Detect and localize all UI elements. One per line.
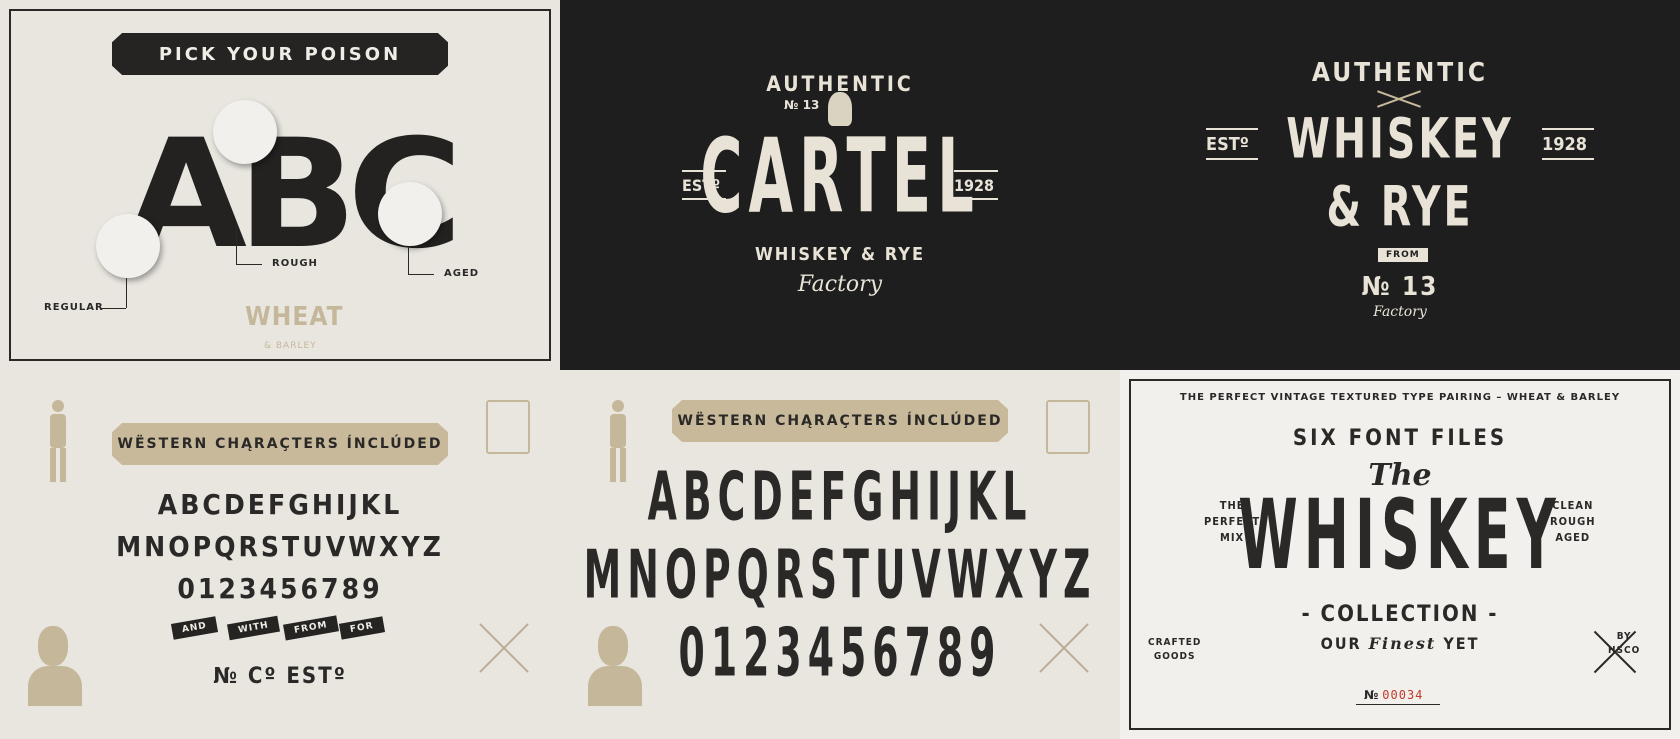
strongman-illustration-icon xyxy=(604,400,632,484)
side-left-text: THE PERFECT MIX xyxy=(1204,499,1261,544)
rule-right-top xyxy=(1542,128,1594,130)
rule-right-top xyxy=(954,170,998,172)
zoom-circle-rough xyxy=(213,100,277,164)
ribbon-and: AND xyxy=(170,616,219,640)
crafted-goods-box-icon xyxy=(486,400,530,454)
panel-whiskey-collection: THE PERFECT VINTAGE TEXTURED TYPE PAIRIN… xyxy=(1120,370,1680,739)
crossed-arrows-icon xyxy=(1034,618,1094,678)
ribbon-with: WITH xyxy=(226,615,280,641)
ribbon-from: FROM xyxy=(283,615,339,641)
panel-whiskey-rye: AUTHENTIC ESTº WHISKEY 1928 & RYE FROM №… xyxy=(1120,0,1680,370)
zoom-circle-aged xyxy=(378,182,442,246)
gentleman-portrait-icon xyxy=(588,626,642,706)
title-rye: & RYE xyxy=(1326,175,1474,240)
charset-row-1: ABCDEFGHIJKL xyxy=(647,457,1033,536)
leader-regular xyxy=(126,278,127,308)
leader-aged xyxy=(408,246,409,274)
tagline-top: THE PERFECT VINTAGE TEXTURED TYPE PAIRIN… xyxy=(1179,392,1621,403)
year-label: 1928 xyxy=(954,176,995,195)
gentleman-portrait-icon xyxy=(28,626,82,706)
crossed-arrows-icon xyxy=(1590,622,1640,672)
rule-left-top xyxy=(682,170,726,172)
crafted-goods-text: CRAFTED GOODS xyxy=(1148,637,1202,662)
zoom-circle-regular xyxy=(96,214,160,278)
subtitle-whiskey-rye: WHISKEY & RYE xyxy=(754,244,926,265)
arc-authentic: AUTHENTIC xyxy=(1311,58,1489,88)
panel-charset-rough: WËSTERN CHĄRAÇTERS ÍNCLÚDED ABCDEFGHIJKL… xyxy=(0,370,560,739)
banner-western-characters: WËSTERN CHĄRAÇTERS ÍNCLÚDED xyxy=(112,423,448,465)
charset-row-2: MNOPQRSTUVWXYZ xyxy=(116,530,444,563)
panel-pick-your-poison: PICK YOUR POISON A B C REGULAR ROUGH AGE… xyxy=(0,0,560,370)
script-factory: Factory xyxy=(797,272,883,297)
charset-row-3: 0123456789 xyxy=(177,572,383,605)
panel-cartel: AUTHENTIC № 13 CARTEL ESTº 1928 WHISKEY … xyxy=(560,0,1120,370)
ribbon-for: FOR xyxy=(338,616,385,640)
banner-western-characters: WËSTERN CHĄRAÇTERS ÍNCLÚDED xyxy=(672,400,1008,442)
ribbon-from: FROM xyxy=(1378,248,1428,262)
title-cartel: CARTEL xyxy=(700,118,980,238)
label-aged: AGED xyxy=(444,268,480,279)
arc-six-font-files: SIX FONT FILES xyxy=(1292,426,1508,451)
rule-right-bottom xyxy=(1542,158,1594,160)
panel-charset-clean: WËSTERN CHĄRAÇTERS ÍNCLÚDED ABCDEFGHIJKL… xyxy=(560,370,1120,739)
year-label: 1928 xyxy=(1542,134,1588,155)
number-13: № 13 xyxy=(1361,272,1439,302)
estd-label: ESTº xyxy=(682,176,721,195)
rule-right-bottom xyxy=(954,198,998,200)
crafted-goods-box-icon xyxy=(1046,400,1090,454)
script-factory: Factory xyxy=(1373,304,1427,320)
rule-left-bottom xyxy=(682,198,726,200)
leader-rough xyxy=(236,222,237,264)
serial-underline xyxy=(1356,704,1440,705)
label-rough: ROUGH xyxy=(272,258,318,269)
label-regular: REGULAR xyxy=(44,302,104,313)
crossed-arrows-icon xyxy=(474,618,534,678)
charset-row-2: MNOPQRSTUVWXYZ xyxy=(583,535,1097,614)
logo-wheat: WHEAT xyxy=(245,302,344,332)
preview-grid: PICK YOUR POISON A B C REGULAR ROUGH AGE… xyxy=(0,0,1680,739)
strongman-illustration-icon xyxy=(44,400,72,484)
number-badge-left: № 13 xyxy=(784,98,820,112)
charset-row-1: ABCDEFGHIJKL xyxy=(157,488,403,521)
banner-pick-your-poison: PICK YOUR POISON xyxy=(112,33,448,75)
side-right-text: CLEAN ROUGH AGED xyxy=(1550,499,1596,544)
leader-rough-h xyxy=(236,264,262,265)
logo-barley: & BARLEY xyxy=(264,341,317,351)
leader-aged-h xyxy=(408,274,434,275)
title-whiskey: WHISKEY xyxy=(1286,107,1514,172)
leader-regular-h xyxy=(100,308,126,309)
serial-number: № 00034 xyxy=(1364,688,1424,702)
